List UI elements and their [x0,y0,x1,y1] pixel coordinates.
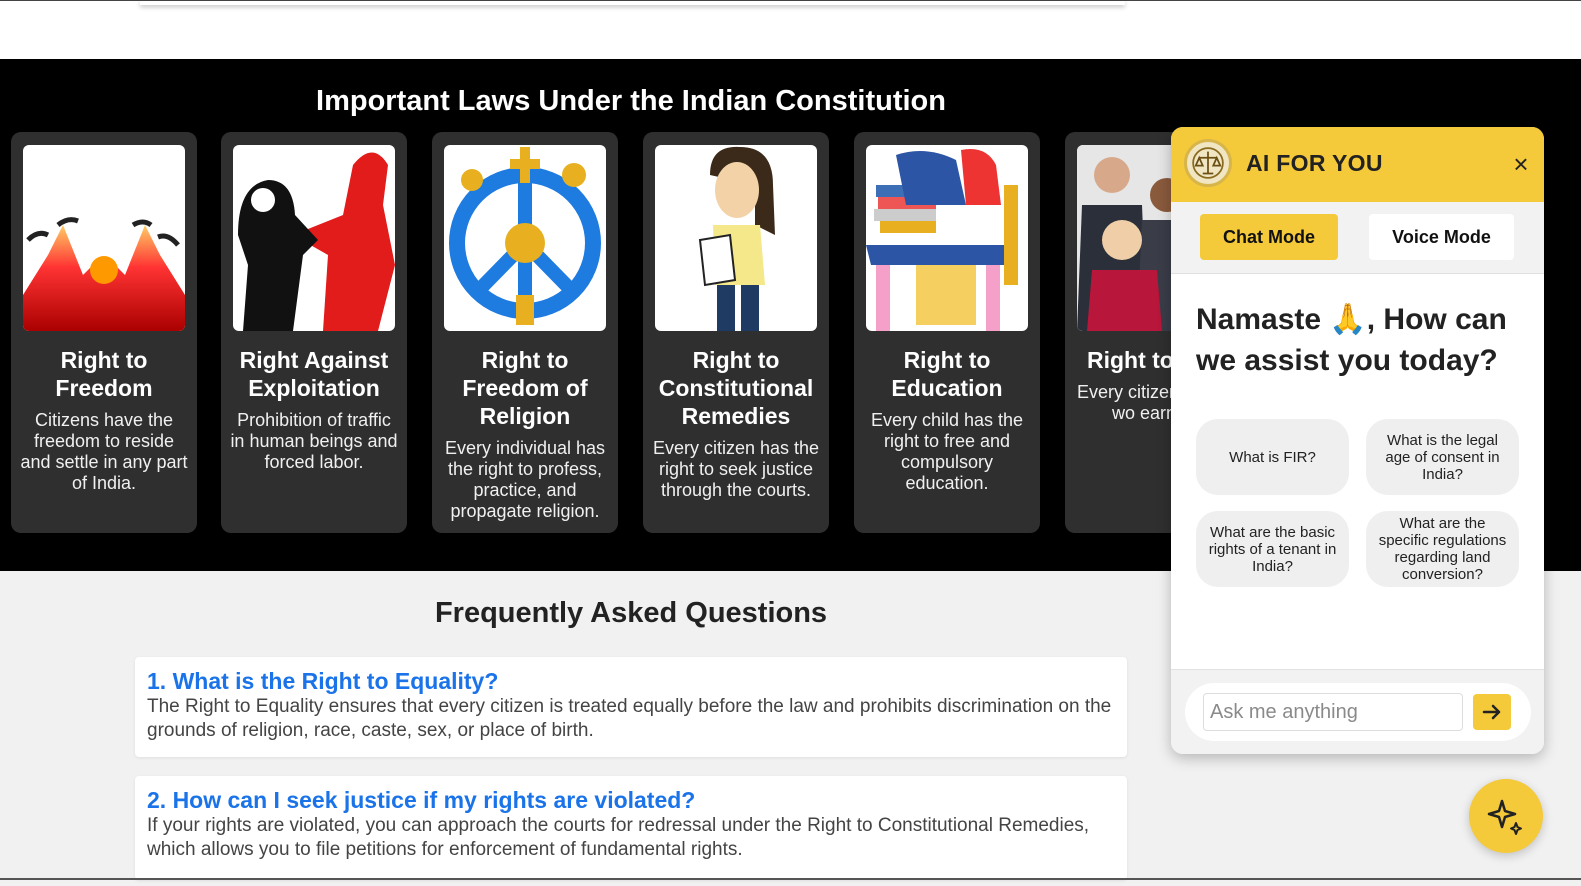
faq-answer: If your rights are violated, you can app… [147,815,1090,860]
law-title: Right to Constitutional Remedies [658,347,814,429]
chat-footer [1171,669,1544,754]
suggestion-chip[interactable]: What are the basic rights of a tenant in… [1196,511,1349,587]
chat-widget: AI FOR YOU × Chat Mode Voice Mode Namast… [1171,127,1544,754]
suggestion-chip[interactable]: What is the legal age of consent in Indi… [1366,419,1519,495]
faq-item[interactable]: 2. How can I seek justice if my rights a… [135,776,1127,880]
ai-assistant-fab[interactable] [1469,779,1543,853]
faq-item[interactable]: 1. What is the Right to Equality? The Ri… [135,657,1127,757]
send-button[interactable] [1473,694,1511,730]
law-card-remedies[interactable]: Right to Constitutional Remedies Every c… [643,132,829,533]
faq-answer: The Right to Equality ensures that every… [147,696,1112,741]
law-title: Right to Freedom [55,347,153,401]
law-description: Prohibition of traffic in human beings a… [230,410,398,472]
suggestion-chip[interactable]: What are the specific regulations regard… [1366,511,1519,587]
law-card-religion[interactable]: Right to Freedom of Religion Every indiv… [432,132,618,533]
close-icon[interactable]: × [1506,151,1536,181]
suggestion-chip[interactable]: What is FIR? [1196,419,1349,495]
chat-input[interactable] [1203,693,1463,731]
top-header [0,0,1581,59]
law-title: Right Against Exploitation [239,347,389,401]
sparkle-icon [1487,799,1522,835]
law-description: Every child has the right to free and co… [870,410,1024,493]
law-image-exploitation [233,145,395,331]
laws-title: Important Laws Under the Indian Constitu… [316,85,946,117]
arrow-right-icon [1482,704,1501,720]
law-image-religion [444,145,606,331]
chat-mode-button[interactable]: Chat Mode [1200,214,1338,260]
law-title: Right to Freedom of Religion [462,347,588,429]
law-image-freedom [23,145,185,331]
voice-mode-button[interactable]: Voice Mode [1369,214,1514,260]
chat-input-wrapper [1185,683,1531,741]
law-image-education [866,145,1028,331]
law-card-freedom[interactable]: Right to Freedom Citizens have the freed… [11,132,197,533]
bottom-divider [0,878,1581,880]
law-description: Every individual has the right to profes… [444,438,606,521]
law-card-education[interactable]: Right to Education Every child has the r… [854,132,1040,533]
faq-question[interactable]: 2. How can I seek justice if my rights a… [147,786,1115,814]
scales-of-justice-logo [1184,139,1232,187]
law-description: Every citizen has the right to seek just… [652,438,820,500]
chat-header: AI FOR YOU × [1171,127,1544,202]
faq-question[interactable]: 1. What is the Right to Equality? [147,667,1115,695]
law-description: Citizens have the freedom to reside and … [20,410,188,493]
greeting-text: Namaste 🙏, How can we assist you today? [1196,303,1507,377]
law-card-exploitation[interactable]: Right Against Exploitation Prohibition o… [221,132,407,533]
mode-switcher: Chat Mode Voice Mode [1171,202,1544,274]
chat-title: AI FOR YOU [1246,150,1383,176]
header-shadow [140,1,1125,5]
law-image-remedies [655,145,817,331]
law-title: Right to Education [891,347,1003,401]
faq-title: Frequently Asked Questions [434,597,828,629]
